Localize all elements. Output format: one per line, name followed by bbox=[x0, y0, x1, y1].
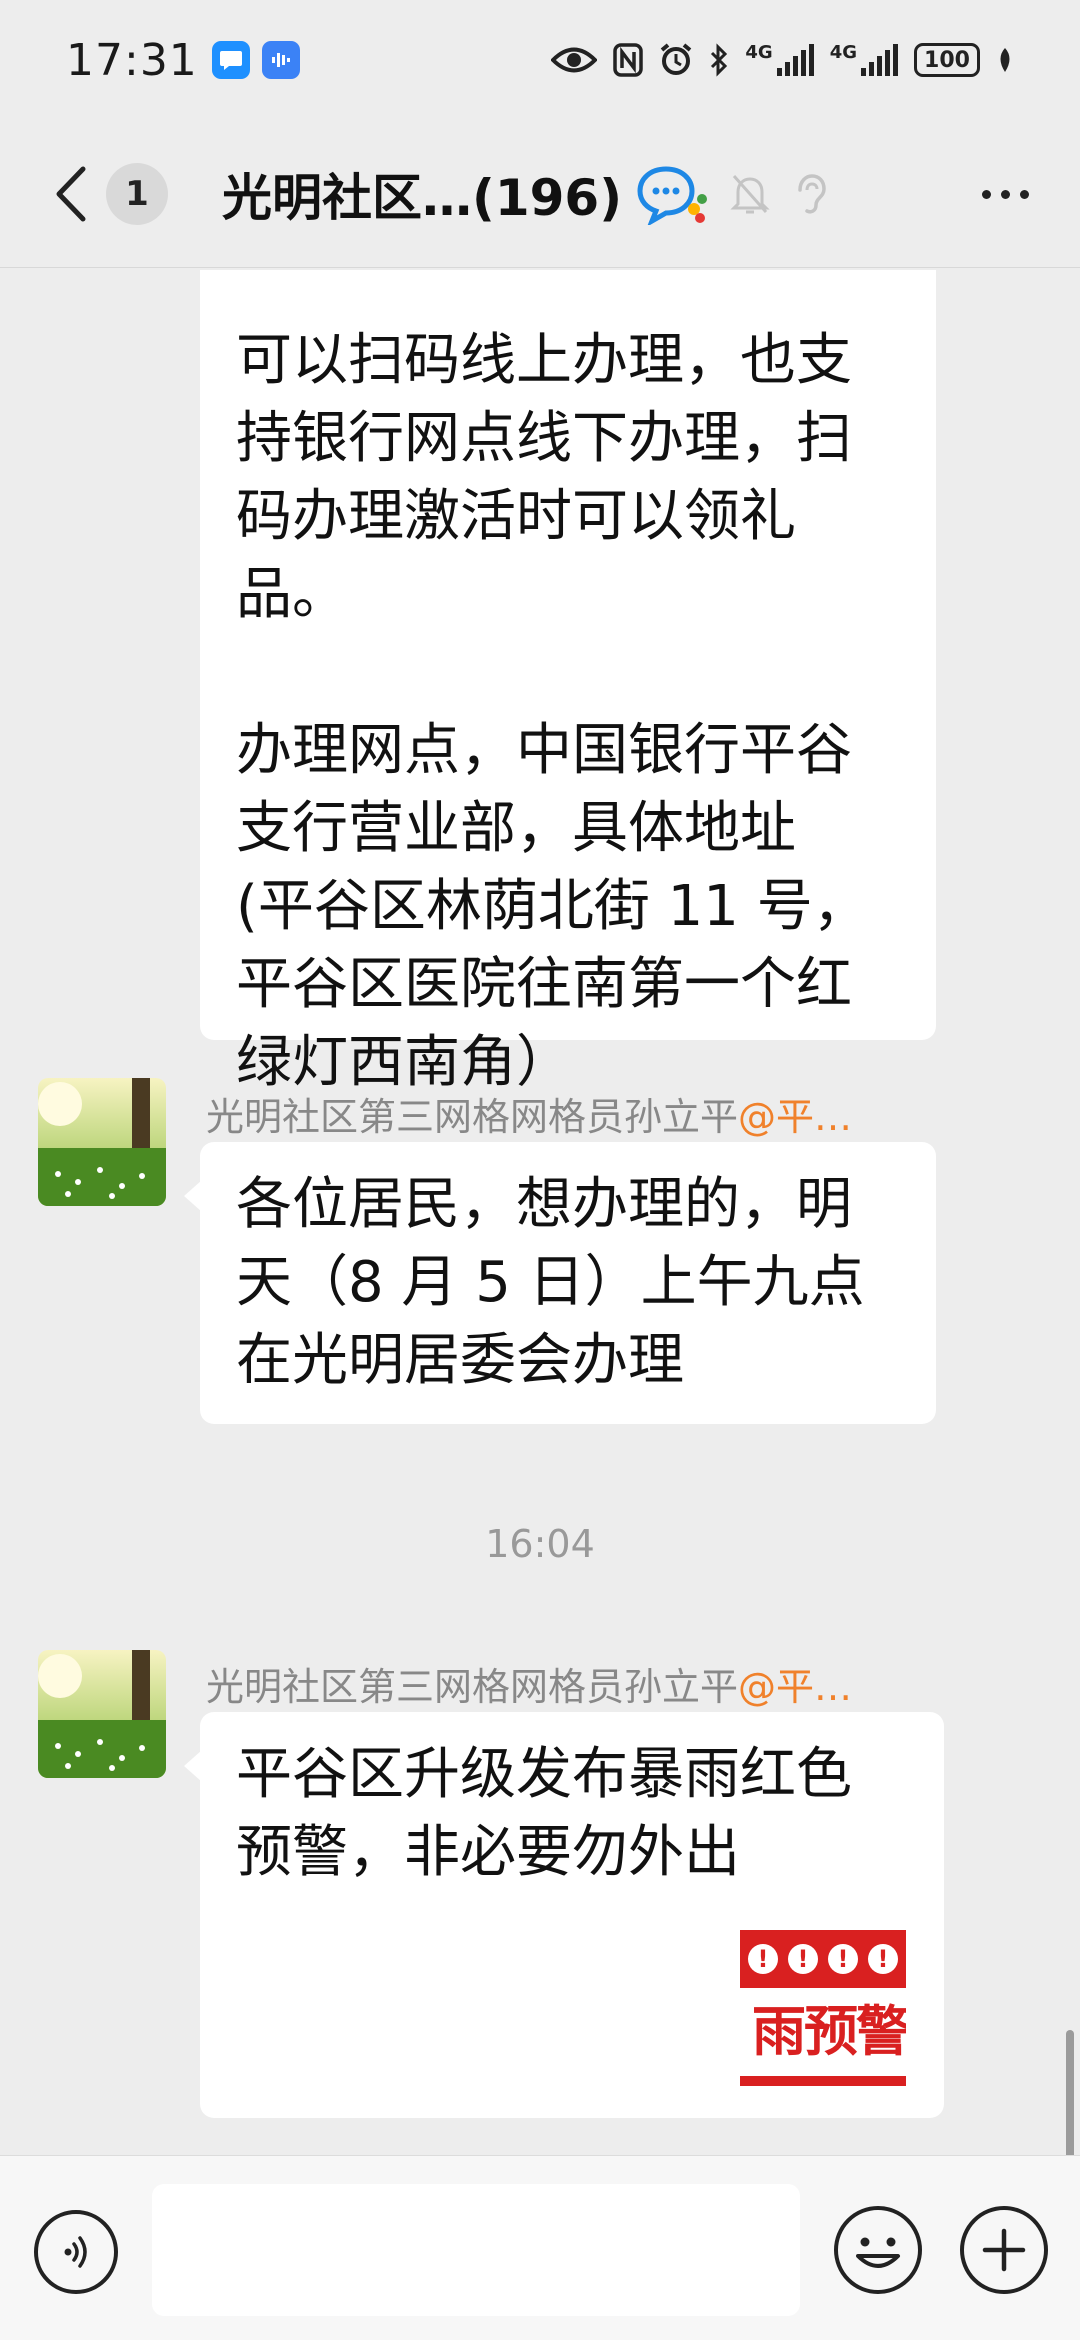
warning-image-text: 雨预警 bbox=[752, 2000, 906, 2063]
emoji-button[interactable] bbox=[834, 2206, 922, 2294]
warning-banner: ! ! ! ! bbox=[740, 1930, 906, 1988]
title-status-icons bbox=[636, 163, 828, 225]
voice-input-button[interactable] bbox=[34, 2210, 118, 2294]
status-bar: 17:31 4G 4G 100 bbox=[0, 0, 1080, 120]
community-chat-icon bbox=[637, 165, 708, 225]
more-functions-button[interactable] bbox=[960, 2206, 1048, 2294]
mention-text: @平… bbox=[738, 1095, 853, 1139]
message-text: 各位居民，想办理的，明 天（8 月 5 日）上午九点 在光明居委会办理 bbox=[236, 1172, 865, 1393]
bluetooth-icon bbox=[711, 43, 728, 77]
sender-avatar-image bbox=[38, 1650, 166, 1778]
dot-icon bbox=[1000, 189, 1010, 199]
smiley-icon bbox=[856, 2237, 900, 2268]
status-time: 17:31 bbox=[66, 34, 198, 86]
mention-text: @平… bbox=[738, 1665, 853, 1709]
time-separator: 16:04 bbox=[485, 1522, 595, 1566]
signal-1-icon: 4G bbox=[745, 42, 814, 76]
sender-name-text: 光明社区第三网格网格员孙立平 bbox=[206, 1665, 739, 1709]
message-bubble[interactable]: 可以扫码线上办理，也支 持银行网点线下办理，扫 码办理激活时可以领礼品。 办理网… bbox=[200, 270, 936, 1095]
warning-icon: ! bbox=[748, 1944, 778, 1974]
battery-icon: 100 bbox=[914, 43, 980, 77]
status-indicators: 4G 4G 100 bbox=[551, 43, 1014, 77]
unread-count-badge[interactable]: 1 bbox=[106, 162, 168, 225]
chevron-left-icon bbox=[56, 166, 86, 221]
sender-avatar-image bbox=[38, 1078, 166, 1206]
plus-icon bbox=[982, 2228, 1026, 2272]
voice-icon bbox=[64, 2236, 87, 2268]
avatar[interactable] bbox=[38, 1650, 166, 1778]
dot-icon bbox=[1019, 189, 1029, 199]
chat-header: 1 光明社区…(196) bbox=[0, 120, 1080, 268]
battery-level: 100 bbox=[924, 47, 970, 73]
avatar[interactable] bbox=[38, 1078, 166, 1206]
audio-app-icon bbox=[261, 41, 300, 79]
dot-icon bbox=[981, 189, 991, 199]
rainstorm-warning-image[interactable]: ! ! ! ! 雨预警 bbox=[740, 1926, 906, 2094]
sender-name[interactable]: 光明社区第三网格网格员孙立平@平… bbox=[206, 1656, 926, 1711]
message-bubble[interactable]: 各位居民，想办理的，明 天（8 月 5 日）上午九点 在光明居委会办理 bbox=[184, 1142, 936, 1424]
warning-icon: ! bbox=[868, 1944, 898, 1974]
nfc-icon bbox=[613, 43, 644, 77]
message-input[interactable] bbox=[152, 2184, 800, 2316]
eye-icon bbox=[551, 47, 598, 73]
more-options-button[interactable] bbox=[970, 164, 1040, 224]
signal-2-icon: 4G bbox=[830, 44, 898, 76]
scrollbar[interactable] bbox=[1066, 2030, 1074, 2160]
chat-title[interactable]: 光明社区…(196) bbox=[222, 158, 622, 230]
leaf-icon bbox=[1000, 48, 1010, 72]
sender-name-text: 光明社区第三网格网格员孙立平 bbox=[206, 1095, 739, 1139]
back-button[interactable] bbox=[40, 154, 100, 234]
message-text: 可以扫码线上办理，也支 持银行网点线下办理，扫 码办理激活时可以领礼品。 办理网… bbox=[236, 328, 869, 1095]
ear-icon bbox=[798, 173, 826, 213]
input-bar bbox=[0, 2155, 1080, 2340]
message-app-icon bbox=[211, 41, 250, 79]
warning-icon: ! bbox=[828, 1944, 858, 1974]
message-text: 平谷区升级发布暴雨红色 预警，非必要勿外出 bbox=[236, 1742, 852, 1885]
mute-bell-icon bbox=[730, 174, 770, 213]
warning-icon: ! bbox=[788, 1944, 818, 1974]
alarm-icon bbox=[661, 43, 692, 75]
network-1-label: 4G bbox=[745, 42, 773, 63]
network-2-label: 4G bbox=[829, 42, 857, 63]
sender-name[interactable]: 光明社区第三网格网格员孙立平@平… bbox=[206, 1086, 926, 1141]
